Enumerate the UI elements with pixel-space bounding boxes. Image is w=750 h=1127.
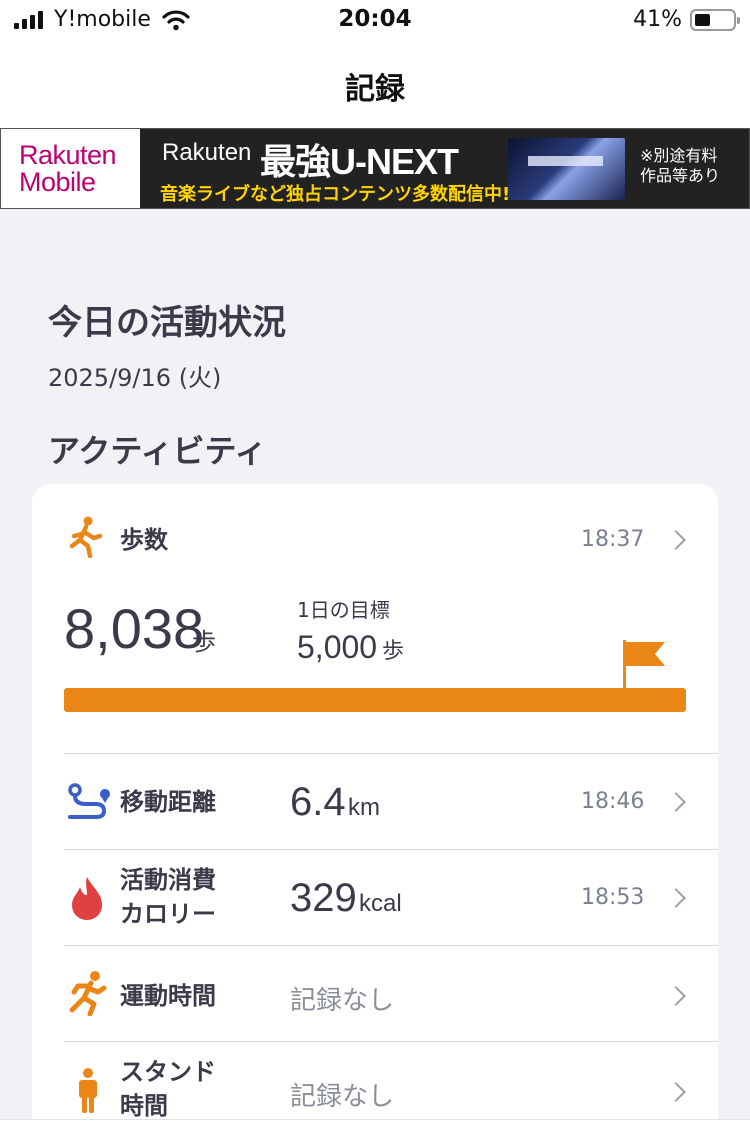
- steps-label: 歩数: [120, 526, 168, 554]
- exercise-value: 記録なし: [290, 986, 395, 1016]
- walking-icon: [69, 516, 103, 558]
- route-icon: [68, 783, 110, 819]
- steps-value: 8,038: [64, 597, 205, 660]
- steps-unit: 歩: [192, 628, 216, 656]
- calories-value: 329: [290, 876, 357, 920]
- battery-level-fill: [695, 14, 710, 26]
- banner-subline: 音楽ライブなど独占コンテンツ多数配信中!: [160, 184, 511, 205]
- stand-label-line-2: 時間: [120, 1092, 168, 1120]
- summary-date: 2025/9/16 (火): [48, 364, 222, 392]
- distance-time: 18:46: [581, 789, 645, 814]
- steps-row[interactable]: 歩数 18:37 8,038 歩 1日の目標 5,000 歩: [32, 484, 718, 752]
- distance-row[interactable]: 移動距離 6.4 km 18:46: [32, 754, 718, 849]
- distance-unit: km: [348, 794, 380, 821]
- distance-value: 6.4: [290, 780, 346, 824]
- flame-icon: [72, 877, 102, 920]
- banner-artist-image: [508, 138, 625, 200]
- bottom-edge: [0, 1119, 750, 1127]
- calories-label-line-2: カロリー: [120, 900, 216, 928]
- navigation-bar: 記録: [0, 44, 750, 128]
- chevron-right-icon: [666, 986, 686, 1006]
- status-bar: Y!mobile 20:04 41%: [0, 0, 750, 44]
- steps-time: 18:37: [581, 527, 645, 552]
- banner-headline: 最強U-NEXT: [260, 141, 459, 182]
- calories-unit: kcal: [359, 890, 402, 917]
- banner-brand: Rakuten: [162, 139, 252, 166]
- distance-label: 移動距離: [120, 788, 216, 816]
- goal-label: 1日の目標: [297, 598, 390, 622]
- battery-icon: [690, 9, 740, 31]
- goal-flag-icon: [623, 640, 665, 690]
- rakuten-mobile-logo: Rakuten Mobile: [1, 129, 140, 208]
- banner-note-line-1: ※別途有料: [640, 146, 718, 165]
- page-title: 記録: [345, 72, 405, 107]
- logo-line-1: Rakuten: [19, 139, 117, 170]
- goal-value: 5,000: [297, 629, 378, 665]
- banner-content: Rakuten 最強U-NEXT 音楽ライブなど独占コンテンツ多数配信中! ※別…: [140, 129, 749, 208]
- standing-person-icon: [79, 1068, 97, 1113]
- calories-row[interactable]: 活動消費 カロリー 329 kcal 18:53: [32, 850, 718, 945]
- calories-label-line-1: 活動消費: [120, 866, 216, 894]
- steps-progress-bar: [64, 688, 686, 712]
- chevron-right-icon: [666, 792, 686, 812]
- activity-section-title: アクティビティ: [48, 432, 267, 470]
- logo-line-2: Mobile: [19, 166, 96, 197]
- exercise-row[interactable]: 運動時間 記録なし: [32, 946, 718, 1041]
- stand-label-line-1: スタンド: [120, 1058, 216, 1086]
- banner-note-line-2: 作品等あり: [640, 166, 721, 185]
- calories-time: 18:53: [581, 885, 645, 910]
- running-icon: [69, 971, 107, 1016]
- ad-banner[interactable]: Rakuten Mobile Rakuten 最強U-NEXT 音楽ライブなど独…: [0, 128, 750, 209]
- chevron-right-icon: [666, 1082, 686, 1102]
- chevron-right-icon: [666, 888, 686, 908]
- activity-card: 歩数 18:37 8,038 歩 1日の目標 5,000 歩 移動距離 6.4 …: [32, 484, 718, 1127]
- battery-percentage: 41%: [633, 7, 682, 32]
- stand-value: 記録なし: [290, 1082, 395, 1112]
- summary-title: 今日の活動状況: [48, 303, 286, 343]
- stand-row[interactable]: スタンド 時間 記録なし: [32, 1042, 718, 1127]
- goal-unit: 歩: [382, 639, 405, 664]
- chevron-right-icon: [666, 530, 686, 550]
- banner-note: ※別途有料 作品等あり: [640, 146, 720, 186]
- exercise-label: 運動時間: [120, 982, 216, 1010]
- steps-progress-fill: [64, 688, 686, 712]
